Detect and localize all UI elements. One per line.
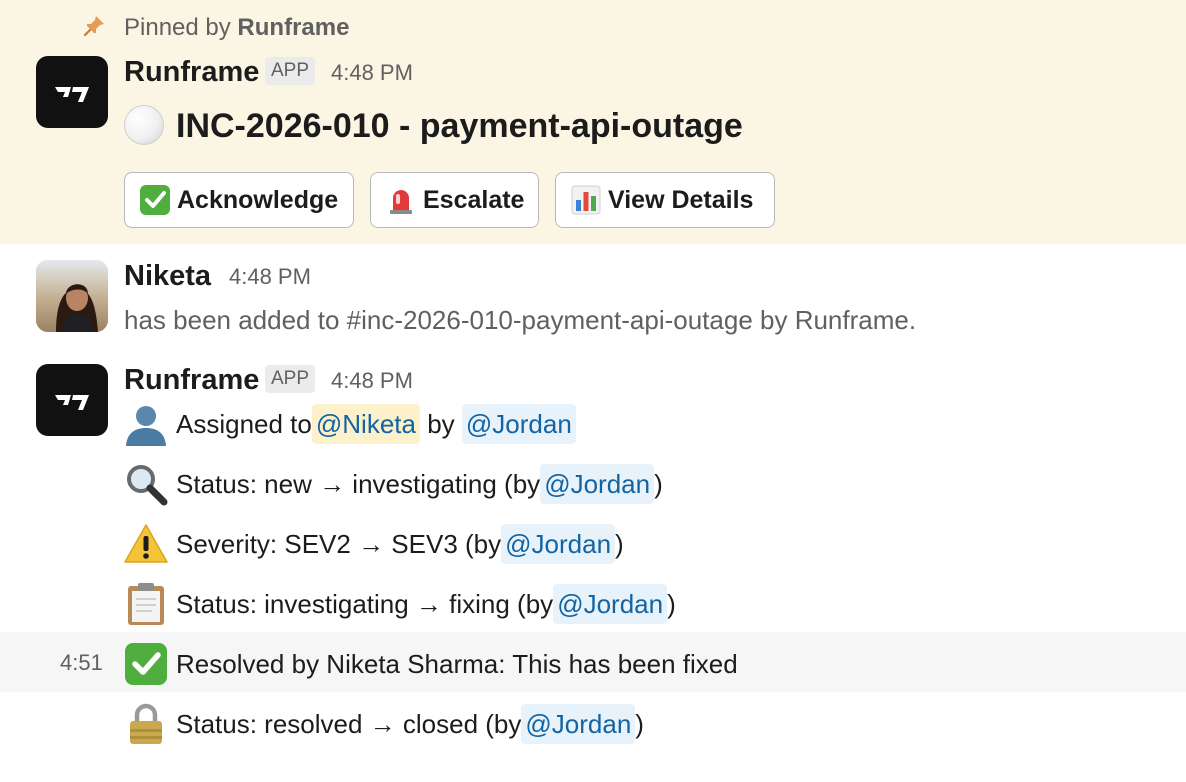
incident-title: INC-2026-010 - payment-api-outage (124, 104, 743, 148)
lock-icon (130, 703, 162, 744)
escalate-button[interactable]: Escalate (370, 172, 539, 228)
activity-line-assigned: Assigned to @Niketa by @Jordan (124, 400, 576, 448)
user-mention[interactable]: @Jordan (501, 524, 616, 564)
sender-name[interactable]: Niketa (124, 259, 211, 293)
activity-line-resolved: Resolved by Niketa Sharma: This has been… (124, 640, 738, 688)
app-badge: APP (265, 57, 316, 85)
check-mark-icon (125, 643, 167, 685)
pinned-by-label: Pinned by Runframe (124, 14, 350, 41)
activity-line-status: Status: resolved → closed (by @Jordan ) (124, 700, 644, 748)
magnifying-glass-icon (127, 465, 168, 506)
runframe-logo-icon[interactable] (36, 364, 108, 436)
acknowledge-button[interactable]: Acknowledge (124, 172, 354, 228)
warning-icon (124, 524, 168, 563)
bust-silhouette-icon (126, 406, 166, 446)
check-mark-icon (140, 185, 170, 215)
timestamp[interactable]: 4:48 PM (331, 366, 413, 396)
activity-line-severity: Severity: SEV2 → SEV3 (by @Jordan ) (124, 520, 624, 568)
runframe-logo-icon[interactable] (36, 56, 108, 128)
timestamp[interactable]: 4:48 PM (229, 262, 311, 292)
avatar[interactable] (36, 260, 108, 332)
app-badge: APP (265, 365, 316, 393)
bar-chart-icon (571, 185, 601, 215)
user-mention[interactable]: @Niketa (311, 404, 420, 444)
timestamp[interactable]: 4:48 PM (331, 58, 413, 88)
view-details-button[interactable]: View Details (555, 172, 775, 228)
user-mention[interactable]: @Jordan (553, 584, 668, 624)
pin-icon (83, 16, 104, 37)
user-mention[interactable]: @Jordan (461, 404, 576, 444)
sender-name[interactable]: Runframe (124, 55, 259, 89)
activity-line-status: Status: investigating → fixing (by @Jord… (124, 580, 676, 628)
user-mention[interactable]: @Jordan (540, 464, 655, 504)
system-message-text: has been added to #inc-2026-010-payment-… (124, 305, 917, 335)
user-mention[interactable]: @Jordan (521, 704, 636, 744)
sender-name[interactable]: Runframe (124, 363, 259, 397)
white-circle-icon (124, 105, 164, 145)
activity-line-status: Status: new → investigating (by @Jordan … (124, 460, 663, 508)
clipboard-icon (128, 583, 164, 625)
pinned-by-name[interactable]: Runframe (237, 14, 349, 41)
hover-timestamp[interactable]: 4:51 (60, 648, 103, 678)
siren-icon (390, 190, 412, 214)
